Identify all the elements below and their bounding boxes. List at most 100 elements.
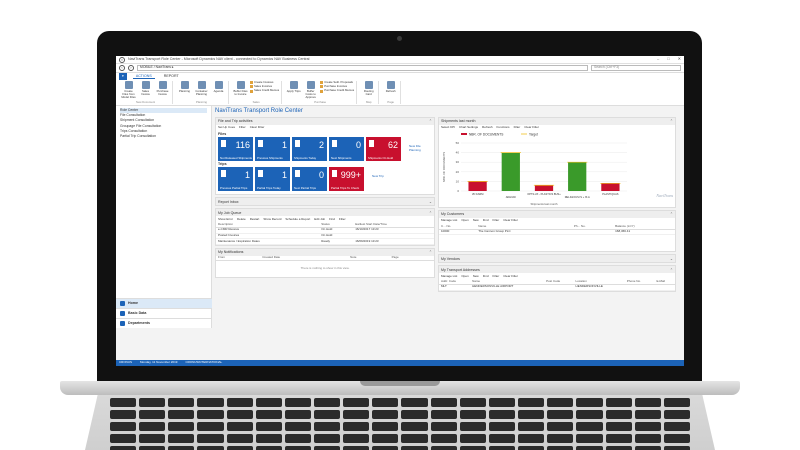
show-record-action[interactable]: Show Record <box>263 217 281 221</box>
create-files-from-model-files-button[interactable]: Create Files from Model Files <box>121 81 136 100</box>
keyboard-key <box>226 398 253 407</box>
ribbon-buttons: Apply Trips Buffer Costs to Approve Create… <box>286 80 354 100</box>
table-row[interactable]: MLT HENDERSONVILLE AIRPORT HENDERSONVILLE <box>439 284 675 291</box>
new-action[interactable]: New <box>473 218 479 222</box>
table-row[interactable]: 10000 The Cannon Group PLC 168,366.41 <box>439 229 675 236</box>
refresh-button[interactable]: Refresh <box>383 81 398 93</box>
cue-tile-next-shipments[interactable]: 0 Next Shipments <box>329 137 364 162</box>
refresh-action[interactable]: Refresh <box>482 125 493 129</box>
cue-tile-partial-trips-today[interactable]: 1 Partial Trips Today <box>255 167 290 192</box>
search-input[interactable]: Search (Ctrl+F3) <box>591 65 681 71</box>
functions-action[interactable]: Functions <box>497 125 510 129</box>
table-row[interactable]: Maintenance / Expiration Dates Ready 16/09… <box>216 238 434 245</box>
part-header[interactable]: My Vendors ⌄ <box>439 255 675 263</box>
create-invoices-icon <box>250 81 253 85</box>
restart-action[interactable]: Restart <box>250 217 260 221</box>
nav-button-home[interactable]: Home <box>116 298 212 308</box>
cue-tile-shipments-on-hold[interactable]: 62 Shipments On Hold <box>366 137 401 162</box>
back-icon[interactable]: ‹ <box>119 65 125 71</box>
table-header: From Created Date Note Page <box>216 256 434 262</box>
apply-trips-button[interactable]: Apply Trips <box>286 81 301 100</box>
filter-action[interactable]: Filter <box>239 125 246 129</box>
part-header[interactable]: File and Trip activities ⌃ <box>216 118 434 125</box>
column-header[interactable]: Page <box>389 256 434 262</box>
cue-tile-next-partial-trips[interactable]: 0 Next Partial Trips <box>292 167 327 192</box>
tab-report[interactable]: REPORT <box>161 74 182 78</box>
select-kpi-action[interactable]: Select KPI <box>441 125 455 129</box>
part-header[interactable]: My Notifications ⌃ <box>216 248 434 256</box>
ribbon-group-page: Refresh Page <box>381 81 402 104</box>
cue-tile-not-released-shipments[interactable]: 116 Not Released Shipments <box>218 137 253 162</box>
manage-list-action[interactable]: Manage List <box>441 274 457 278</box>
collapse-icon[interactable]: ⌃ <box>429 119 432 123</box>
container-planning-button[interactable]: Container Planning <box>194 81 209 96</box>
clear-filter-action[interactable]: Clear Filter <box>524 125 539 129</box>
cue-tile-partial-trips-to-check[interactable]: 999+ Partial Trips To Check <box>329 167 364 192</box>
part-header[interactable]: My Job Queue ⌃ <box>216 209 434 217</box>
filter-action[interactable]: Filter <box>339 217 346 221</box>
find-action[interactable]: Find <box>483 218 489 222</box>
open-action[interactable]: Open <box>461 218 468 222</box>
open-action[interactable]: Open <box>461 274 468 278</box>
chart-settings-action[interactable]: Chart Settings <box>459 125 478 129</box>
buffer-costs-to-approve-button[interactable]: Buffer Costs to Approve <box>303 81 318 100</box>
delete-action[interactable]: Delete <box>237 217 246 221</box>
collapse-icon[interactable]: ⌃ <box>670 268 673 272</box>
nav-button-departments[interactable]: Departments <box>116 318 212 328</box>
collapse-icon[interactable]: ⌃ <box>670 212 673 216</box>
agenda-icon <box>214 81 223 89</box>
find-action[interactable]: Find <box>483 274 489 278</box>
tab-actions[interactable]: ACTIONS <box>132 74 155 80</box>
cue-tile-shipments-today[interactable]: 2 Shipments Today <box>292 137 327 162</box>
sales-credit-memos-button[interactable]: Sales Credit Memos <box>250 89 279 93</box>
set-up-cues-action[interactable]: Set Up Cues <box>218 125 235 129</box>
minimize-icon[interactable]: – <box>657 57 659 62</box>
purchase-credit-memos-button[interactable]: Purchase Credit Memos <box>320 89 354 93</box>
planning-button[interactable]: Planning <box>177 81 192 96</box>
column-header[interactable]: Created Date <box>260 256 349 262</box>
purchase-invoice-button[interactable]: Purchase Invoice <box>155 81 170 100</box>
address-field[interactable]: MOBILE / NaviTrans ▸ <box>137 65 588 71</box>
keyboard-key <box>488 446 516 450</box>
clear-filter-action[interactable]: Clear Filter <box>503 274 518 278</box>
manage-list-action[interactable]: Manage List <box>441 218 457 222</box>
clear-filter-action[interactable]: Clear Filter <box>250 125 265 129</box>
sidebar-item-partial-trip-consultation[interactable]: Partial Trip Consultation <box>120 134 207 139</box>
part-header[interactable]: Report Inbox ⌄ <box>216 198 434 206</box>
cue-tile-previous-shipments[interactable]: 1 Previous Shipments <box>255 137 290 162</box>
forward-icon[interactable]: › <box>128 65 134 71</box>
find-action[interactable]: Find <box>329 217 335 221</box>
ribbon-group-label: Planning <box>196 99 207 104</box>
new-trip-link[interactable]: New Trip <box>372 174 384 178</box>
part-header[interactable]: My Customers ⌃ <box>439 211 675 218</box>
schedule-a-report-action[interactable]: Schedule a Report <box>285 217 310 221</box>
column-header[interactable]: From <box>216 256 261 262</box>
part-header[interactable]: Shipments last month ⌃ <box>439 118 675 125</box>
expand-icon[interactable]: ⌄ <box>670 257 673 261</box>
ribbon-buttons: Buffer Files to Invoice Create Invoices Sa… <box>233 80 279 96</box>
ribbon-buttons: Routing Card <box>361 81 376 96</box>
new-file-planning-link[interactable]: New File Planning <box>409 144 432 152</box>
edit-job-action[interactable]: Edit Job <box>314 217 325 221</box>
sales-invoice-button[interactable]: Sales Invoice <box>138 81 153 100</box>
agenda-button[interactable]: Agenda <box>211 81 226 96</box>
collapse-icon[interactable]: ⌃ <box>670 119 673 123</box>
filter-action[interactable]: Filter <box>493 218 500 222</box>
collapse-icon[interactable]: ⌃ <box>429 250 432 254</box>
cue-tile-previous-partial-trips[interactable]: 1 Previous Partial Trips <box>218 167 253 192</box>
column-header[interactable]: Note <box>348 256 390 262</box>
nav-button-basic-data[interactable]: Basic Data <box>116 308 212 318</box>
buffer-files-to-invoice-button[interactable]: Buffer Files to Invoice <box>233 81 248 96</box>
maximize-icon[interactable]: □ <box>667 57 669 62</box>
show-error-action[interactable]: Show Error <box>218 217 233 221</box>
close-icon[interactable]: ✕ <box>678 57 681 62</box>
filter-action[interactable]: Filter <box>493 274 500 278</box>
file-menu-icon[interactable]: ▾ <box>119 73 127 80</box>
expand-icon[interactable]: ⌄ <box>429 200 432 204</box>
filter-action[interactable]: Filter <box>514 125 521 129</box>
clear-filter-action[interactable]: Clear Filter <box>503 218 518 222</box>
collapse-icon[interactable]: ⌃ <box>429 211 432 215</box>
routing-card-button[interactable]: Routing Card <box>361 81 376 96</box>
new-action[interactable]: New <box>473 274 479 278</box>
part-header[interactable]: My Transport Addresses ⌃ <box>439 266 675 274</box>
